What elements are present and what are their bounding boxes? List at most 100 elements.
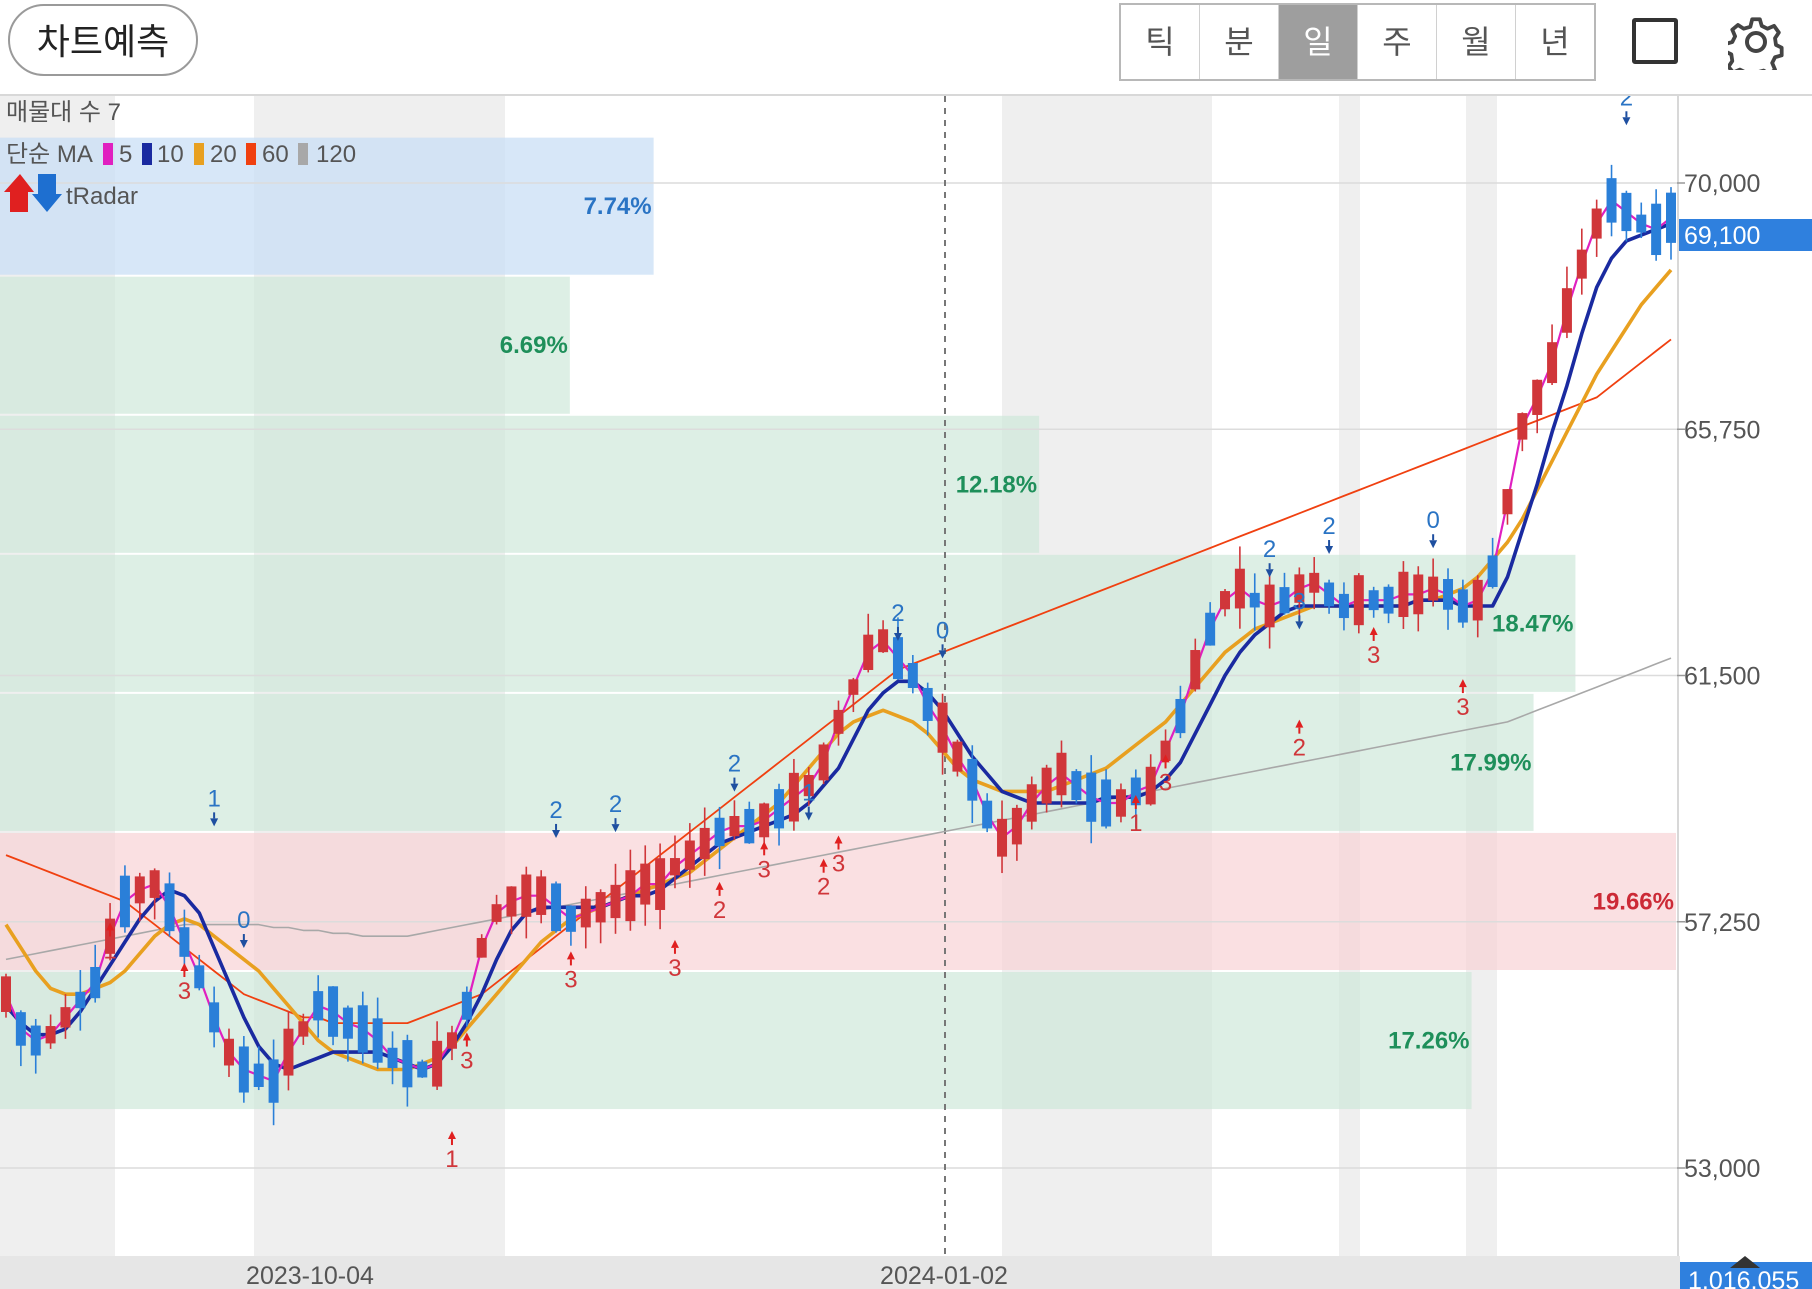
candle-body (253, 1063, 264, 1087)
signal-label: 2 (713, 897, 726, 924)
candle-body (149, 870, 160, 898)
ma60-label: 60 (262, 141, 289, 168)
candle-body (684, 840, 695, 870)
candle-body (1056, 752, 1067, 796)
period-week[interactable]: 주 (1358, 5, 1437, 79)
candlestick-chart[interactable]: 1130312323232123201323223032 7.74%6.69%1… (0, 96, 1812, 1289)
candle-body (1309, 572, 1320, 593)
signal-label: 2 (609, 791, 622, 818)
candle-body (1101, 779, 1112, 827)
tradar-label: tRadar (66, 183, 138, 210)
candle-body (1398, 571, 1409, 618)
candle-body (417, 1061, 428, 1078)
signal-label: 3 (1293, 588, 1306, 615)
candle-body (179, 927, 190, 957)
candle-body (268, 1059, 279, 1103)
square-icon[interactable] (1632, 18, 1678, 64)
candle-body (1532, 379, 1543, 415)
candle-body (774, 789, 785, 829)
signal-label: 0 (1426, 507, 1439, 534)
candle-body (1026, 784, 1037, 822)
candle-body (209, 1002, 220, 1033)
candle-body (1502, 489, 1513, 515)
candle-body (1621, 192, 1632, 232)
candle-body (1591, 208, 1602, 239)
candle-body (863, 634, 874, 670)
candle-body (833, 709, 844, 734)
period-tick[interactable]: 틱 (1121, 5, 1200, 79)
candle-body (1636, 214, 1647, 233)
signal-label: 3 (668, 955, 681, 982)
signal-label: 3 (1159, 769, 1172, 796)
price-axis: 70,000 65,750 61,500 57,250 53,000 (1677, 170, 1760, 1183)
candle-body (387, 1047, 398, 1069)
period-month[interactable]: 월 (1437, 5, 1516, 79)
candle-body (1086, 772, 1097, 822)
signal-label: 3 (1367, 642, 1380, 669)
signal-label: 3 (564, 966, 577, 993)
ma20-label: 20 (210, 141, 237, 168)
candle-body (536, 876, 547, 915)
price-tick-label: 61,500 (1684, 663, 1760, 691)
candle-body (1338, 593, 1349, 619)
candle-body (982, 800, 993, 829)
ma60-swatch (246, 143, 256, 165)
candle-body (967, 758, 978, 801)
candle-body (283, 1028, 294, 1076)
candle-body (878, 629, 889, 653)
candle-body (1220, 591, 1231, 610)
candle-body (1353, 575, 1364, 626)
candle-body (1145, 766, 1156, 805)
candle-body (75, 991, 86, 1009)
volume-profile-pct: 19.66% (1593, 888, 1674, 915)
candle-body (699, 827, 710, 860)
candle-body (1249, 592, 1260, 608)
candle-body (90, 966, 101, 999)
volume-profile-bar (0, 276, 570, 414)
candle-body (119, 875, 130, 928)
candle-body (1457, 589, 1468, 623)
candle-body (1576, 249, 1587, 279)
candle-body (134, 876, 145, 904)
candle-body (818, 744, 829, 781)
candle-body (30, 1025, 41, 1056)
candle-body (1071, 771, 1082, 801)
candle-body (223, 1038, 234, 1066)
candle-body (655, 858, 666, 910)
candle-body (328, 986, 339, 1037)
volume-axis-label: 1,016,055 (1688, 1267, 1799, 1289)
signal-label: 1 (445, 1146, 458, 1173)
volume-profile-legend: 매물대 수 7 (6, 99, 121, 126)
signal-label: 2 (549, 797, 562, 824)
candle-body (1041, 767, 1052, 804)
price-tick-label: 70,000 (1684, 170, 1760, 198)
candle-body (402, 1040, 413, 1088)
candle-body (759, 803, 770, 838)
candle-body (372, 1018, 383, 1063)
candle-body (60, 1007, 71, 1028)
signal-down-arrow (1429, 540, 1438, 549)
gear-icon[interactable] (1723, 14, 1784, 81)
signal-down-arrow (1622, 117, 1631, 126)
period-year[interactable]: 년 (1516, 5, 1594, 79)
signal-label: 0 (936, 617, 949, 644)
candle-body (714, 817, 725, 847)
stock-chart-screen: 차트예측 틱 분 일 주 월 년 11303123232321232013232… (0, 0, 1812, 1289)
candle-body (1264, 584, 1275, 628)
ma10-swatch (142, 143, 152, 165)
signal-down-arrow (1325, 546, 1334, 555)
period-day[interactable]: 일 (1279, 5, 1358, 79)
candle-body (1115, 789, 1126, 817)
signal-label: 3 (1456, 694, 1469, 721)
candle-body (610, 884, 621, 919)
period-minute[interactable]: 분 (1200, 5, 1279, 79)
volume-profile-bar (0, 972, 1472, 1110)
signal-label: 1 (802, 780, 815, 807)
volume-profile-pct: 17.99% (1450, 749, 1531, 776)
candle-body (194, 965, 205, 989)
chart-predict-button[interactable]: 차트예측 (8, 4, 198, 76)
candle-body (952, 741, 963, 772)
candle-body (907, 663, 918, 688)
candle-body (446, 1032, 457, 1049)
signal-label: 2 (728, 751, 741, 778)
